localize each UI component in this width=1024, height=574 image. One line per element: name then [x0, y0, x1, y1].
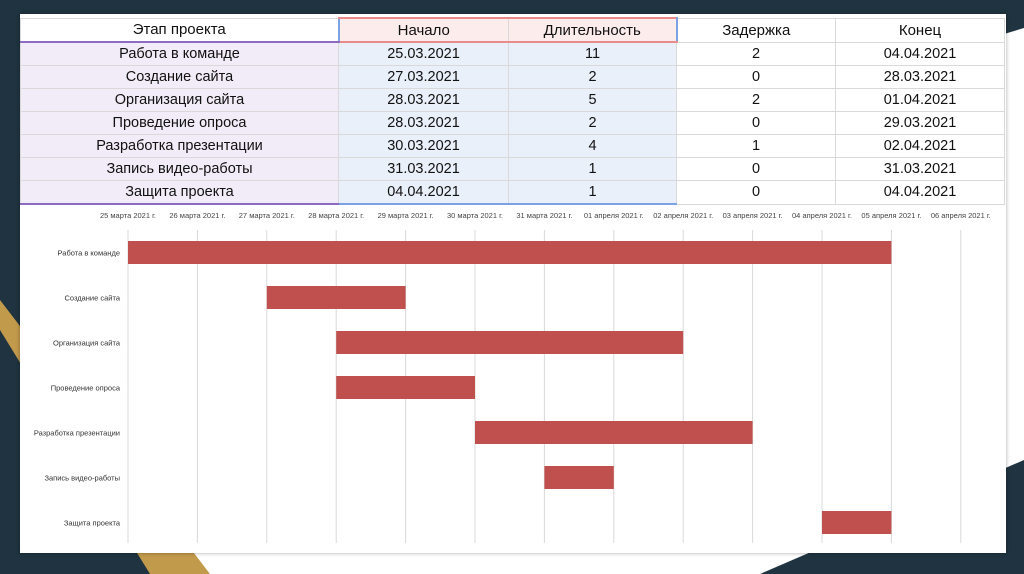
- table-row: Организация сайта 28.03.2021 5 2 01.04.2…: [20, 88, 1005, 112]
- table-row: Разработка презентации 30.03.2021 4 1 02…: [20, 134, 1005, 158]
- x-tick-label: 05 апреля 2021 г.: [861, 211, 921, 220]
- spreadsheet-panel: Этап проекта Начало Длительность Задержк…: [20, 14, 1006, 553]
- cell-end: 04.04.2021: [835, 41, 1005, 66]
- gantt-bar: [544, 466, 614, 489]
- x-tick-label: 06 апреля 2021 г.: [931, 211, 991, 220]
- header-stage: Этап проекта: [20, 17, 339, 43]
- gantt-bar: [128, 241, 892, 264]
- gantt-bar: [336, 331, 684, 354]
- cell-start: 28.03.2021: [338, 111, 509, 135]
- cell-delay: 0: [676, 65, 836, 89]
- gantt-bar: [475, 421, 753, 444]
- table-row: Работа в команде 25.03.2021 11 2 04.04.2…: [20, 41, 1005, 66]
- x-tick-label: 30 марта 2021 г.: [447, 211, 503, 220]
- table-header-row: Этап проекта Начало Длительность Задержк…: [20, 17, 1005, 43]
- cell-stage: Работа в команде: [20, 41, 339, 66]
- cell-end: 02.04.2021: [835, 134, 1005, 158]
- cell-start: 25.03.2021: [338, 41, 509, 66]
- cell-duration: 2: [508, 65, 677, 89]
- cell-delay: 0: [676, 111, 836, 135]
- cell-stage: Проведение опроса: [20, 111, 339, 135]
- cell-end: 31.03.2021: [835, 157, 1005, 181]
- x-tick-label: 04 апреля 2021 г.: [792, 211, 852, 220]
- cell-duration: 2: [508, 111, 677, 135]
- y-category-label: Проведение опроса: [51, 384, 121, 393]
- gantt-bar: [822, 511, 892, 534]
- gantt-chart: 25 марта 2021 г. 26 марта 2021 г. 27 марта…: [34, 211, 991, 543]
- cell-duration: 5: [508, 88, 677, 112]
- table-row: Проведение опроса 28.03.2021 2 0 29.03.2…: [20, 111, 1005, 135]
- header-start: Начало: [337, 17, 509, 43]
- cell-start: 31.03.2021: [338, 157, 509, 181]
- cell-start: 27.03.2021: [338, 65, 509, 89]
- cell-stage: Запись видео-работы: [20, 157, 339, 181]
- cell-duration: 1: [508, 157, 677, 181]
- x-tick-label: 02 апреля 2021 г.: [653, 211, 713, 220]
- cell-delay: 1: [676, 134, 836, 158]
- cell-delay: 2: [676, 41, 836, 66]
- cell-end: 01.04.2021: [835, 88, 1005, 112]
- cell-delay: 2: [676, 88, 836, 112]
- cell-start: 28.03.2021: [338, 88, 509, 112]
- y-category-label: Запись видео-работы: [44, 474, 120, 483]
- x-tick-label: 31 марта 2021 г.: [516, 211, 572, 220]
- cell-stage: Разработка презентации: [20, 134, 339, 158]
- table-row: Запись видео-работы 31.03.2021 1 0 31.03…: [20, 157, 1005, 181]
- x-tick-label: 03 апреля 2021 г.: [723, 211, 783, 220]
- y-category-label: Разработка презентации: [34, 429, 120, 438]
- y-category-label: Организация сайта: [53, 339, 121, 348]
- gantt-bar: [266, 286, 406, 309]
- cell-stage: Создание сайта: [20, 65, 339, 89]
- header-delay: Задержка: [676, 17, 836, 43]
- y-category-label: Создание сайта: [64, 294, 120, 303]
- cell-start: 30.03.2021: [338, 134, 509, 158]
- cell-delay: 0: [676, 157, 836, 181]
- x-tick-label: 01 апреля 2021 г.: [584, 211, 644, 220]
- table-row: Создание сайта 27.03.2021 2 0 28.03.2021: [20, 65, 1005, 89]
- header-duration: Длительность: [508, 17, 678, 43]
- cell-duration: 4: [508, 134, 677, 158]
- x-tick-label: 29 марта 2021 г.: [378, 211, 434, 220]
- x-tick-label: 26 марта 2021 г.: [169, 211, 225, 220]
- cell-end: 28.03.2021: [835, 65, 1005, 89]
- x-tick-label: 27 марта 2021 г.: [239, 211, 295, 220]
- y-category-label: Защита проекта: [64, 519, 121, 528]
- x-tick-label: 25 марта 2021 г.: [100, 211, 156, 220]
- gantt-bar: [336, 376, 475, 399]
- header-end: Конец: [835, 17, 1005, 43]
- cell-end: 29.03.2021: [835, 111, 1005, 135]
- cell-duration: 11: [508, 41, 677, 66]
- y-category-label: Работа в команде: [58, 249, 120, 258]
- cell-stage: Организация сайта: [20, 88, 339, 112]
- x-tick-label: 28 марта 2021 г.: [308, 211, 364, 220]
- project-table: Этап проекта Начало Длительность Задержк…: [20, 17, 1005, 205]
